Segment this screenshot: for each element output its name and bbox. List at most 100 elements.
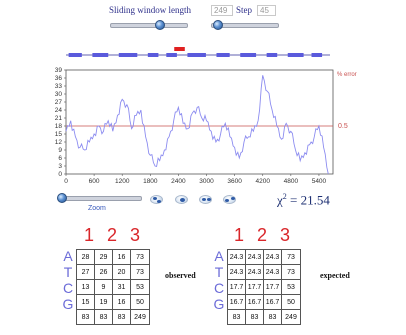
window-length-input[interactable]: 249 (211, 5, 233, 16)
window-length-slider-knob[interactable] (155, 20, 166, 30)
threshold-label: 0.5 (338, 123, 348, 130)
overview-segment (166, 53, 177, 57)
window-length-slider[interactable] (110, 23, 188, 28)
x-tick-label: 5400 (312, 178, 327, 185)
overview-segment (266, 53, 278, 57)
row-label-g: G (62, 296, 74, 312)
overview-segment (118, 53, 138, 57)
y-tick-label: 0 (58, 171, 62, 178)
y-tick-label: 36 (55, 75, 63, 82)
table-row: 24.3 24.3 24.3 73 (227, 264, 301, 280)
total-cell: 83 (245, 309, 264, 325)
count-cell: 24.3 (245, 249, 264, 265)
zoom-left-icon[interactable] (199, 195, 212, 204)
total-cell: 50 (281, 294, 301, 310)
x-tick-label: 1800 (143, 178, 158, 185)
column-header-2: 2 (106, 225, 117, 245)
observed-row-labels: A T C G (62, 248, 74, 312)
count-cell: 16.7 (227, 294, 246, 310)
y-tick-label: 6 (58, 155, 62, 162)
count-cell: 16.7 (245, 294, 264, 310)
table-row: 27 26 20 73 (76, 264, 150, 280)
total-cell: 83 (112, 309, 131, 325)
x-tick-label: 1200 (115, 178, 130, 185)
overview-segment (187, 53, 206, 57)
zoom-out-icon[interactable] (175, 195, 188, 204)
total-cell: 73 (281, 264, 301, 280)
totals-row: 83 83 83 249 (227, 309, 301, 325)
step-input[interactable]: 45 (257, 5, 276, 16)
count-cell: 16.7 (263, 294, 282, 310)
observed-table: 28 29 16 73 27 26 20 73 13 9 31 53 15 19 16 50 83 83 83 249 (76, 249, 150, 325)
count-cell: 15 (76, 294, 95, 310)
total-cell: 249 (130, 309, 150, 325)
total-cell: 73 (130, 264, 150, 280)
total-cell: 53 (130, 279, 150, 295)
column-header-1: 1 (233, 225, 244, 245)
total-cell: 73 (281, 249, 301, 265)
overview-segment (68, 53, 82, 57)
overview-segment (311, 53, 323, 57)
table-row: 17.7 17.7 17.7 53 (227, 279, 301, 295)
y-axis-ticks: 036912151821242730333639 (55, 67, 66, 178)
overview-segment (92, 53, 109, 57)
count-cell: 28 (76, 249, 95, 265)
count-cell: 13 (76, 279, 95, 295)
zoom-slider-knob[interactable] (57, 193, 67, 203)
column-header-3: 3 (129, 225, 140, 245)
table-row: 24.3 24.3 24.3 73 (227, 249, 301, 265)
error-line-chart: 036912151821242730333639 0 600 1200 1800 240… (55, 67, 357, 185)
expected-table: 24.3 24.3 24.3 73 24.3 24.3 24.3 73 17.7 17.7 17.7… (227, 249, 301, 325)
y-tick-label: 24 (55, 107, 63, 114)
count-cell: 17.7 (263, 279, 282, 295)
y-tick-label: 15 (55, 131, 63, 138)
y-tick-label: 39 (55, 67, 63, 74)
count-cell: 24.3 (227, 249, 246, 265)
count-cell: 24.3 (245, 264, 264, 280)
count-cell: 29 (94, 249, 113, 265)
y-tick-label: 3 (58, 163, 62, 170)
total-cell: 83 (76, 309, 95, 325)
observed-label: observed (165, 271, 196, 280)
table-row: 16.7 16.7 16.7 50 (227, 294, 301, 310)
table-row: 15 19 16 50 (76, 294, 150, 310)
total-cell: 83 (263, 309, 282, 325)
y-tick-label: 33 (55, 83, 63, 90)
row-label-c: C (62, 280, 74, 296)
zoom-in-icon[interactable] (150, 195, 163, 204)
overview-segment (147, 53, 159, 57)
y-tick-label: 30 (55, 91, 63, 98)
expected-column-headers: 1 2 3 (232, 225, 292, 246)
overview-segment (216, 53, 230, 57)
count-cell: 24.3 (263, 264, 282, 280)
total-cell: 83 (94, 309, 113, 325)
step-label: Step (236, 5, 253, 15)
y-tick-label: 21 (55, 115, 63, 122)
row-label-g: G (213, 296, 225, 312)
overview-segment (240, 53, 257, 57)
count-cell: 17.7 (227, 279, 246, 295)
row-label-t: T (63, 264, 73, 280)
totals-row: 83 83 83 249 (76, 309, 150, 325)
x-tick-label: 0 (64, 178, 68, 185)
zoom-right-icon[interactable] (223, 195, 236, 204)
step-slider-knob[interactable] (212, 20, 223, 30)
x-tick-label: 3000 (199, 178, 214, 185)
y-tick-label: 18 (55, 123, 63, 130)
total-cell: 50 (130, 294, 150, 310)
total-cell: 73 (130, 249, 150, 265)
x-tick-label: 3600 (227, 178, 242, 185)
count-cell: 27 (76, 264, 95, 280)
total-cell: 83 (227, 309, 246, 325)
zoom-label: Zoom (88, 205, 106, 212)
y-tick-label: 27 (55, 99, 63, 106)
observed-column-headers: 1 2 3 (82, 225, 142, 246)
x-axis-ticks: 0 600 1200 1800 2400 3000 3600 4200 4800 5400 (64, 174, 327, 185)
row-label-t: T (214, 264, 224, 280)
count-cell: 26 (94, 264, 113, 280)
row-label-a: A (214, 248, 224, 264)
overview-selection-marker[interactable] (174, 47, 185, 51)
column-header-3: 3 (279, 225, 290, 245)
zoom-slider[interactable] (62, 196, 142, 201)
chi-exponent: 2 (282, 192, 287, 201)
